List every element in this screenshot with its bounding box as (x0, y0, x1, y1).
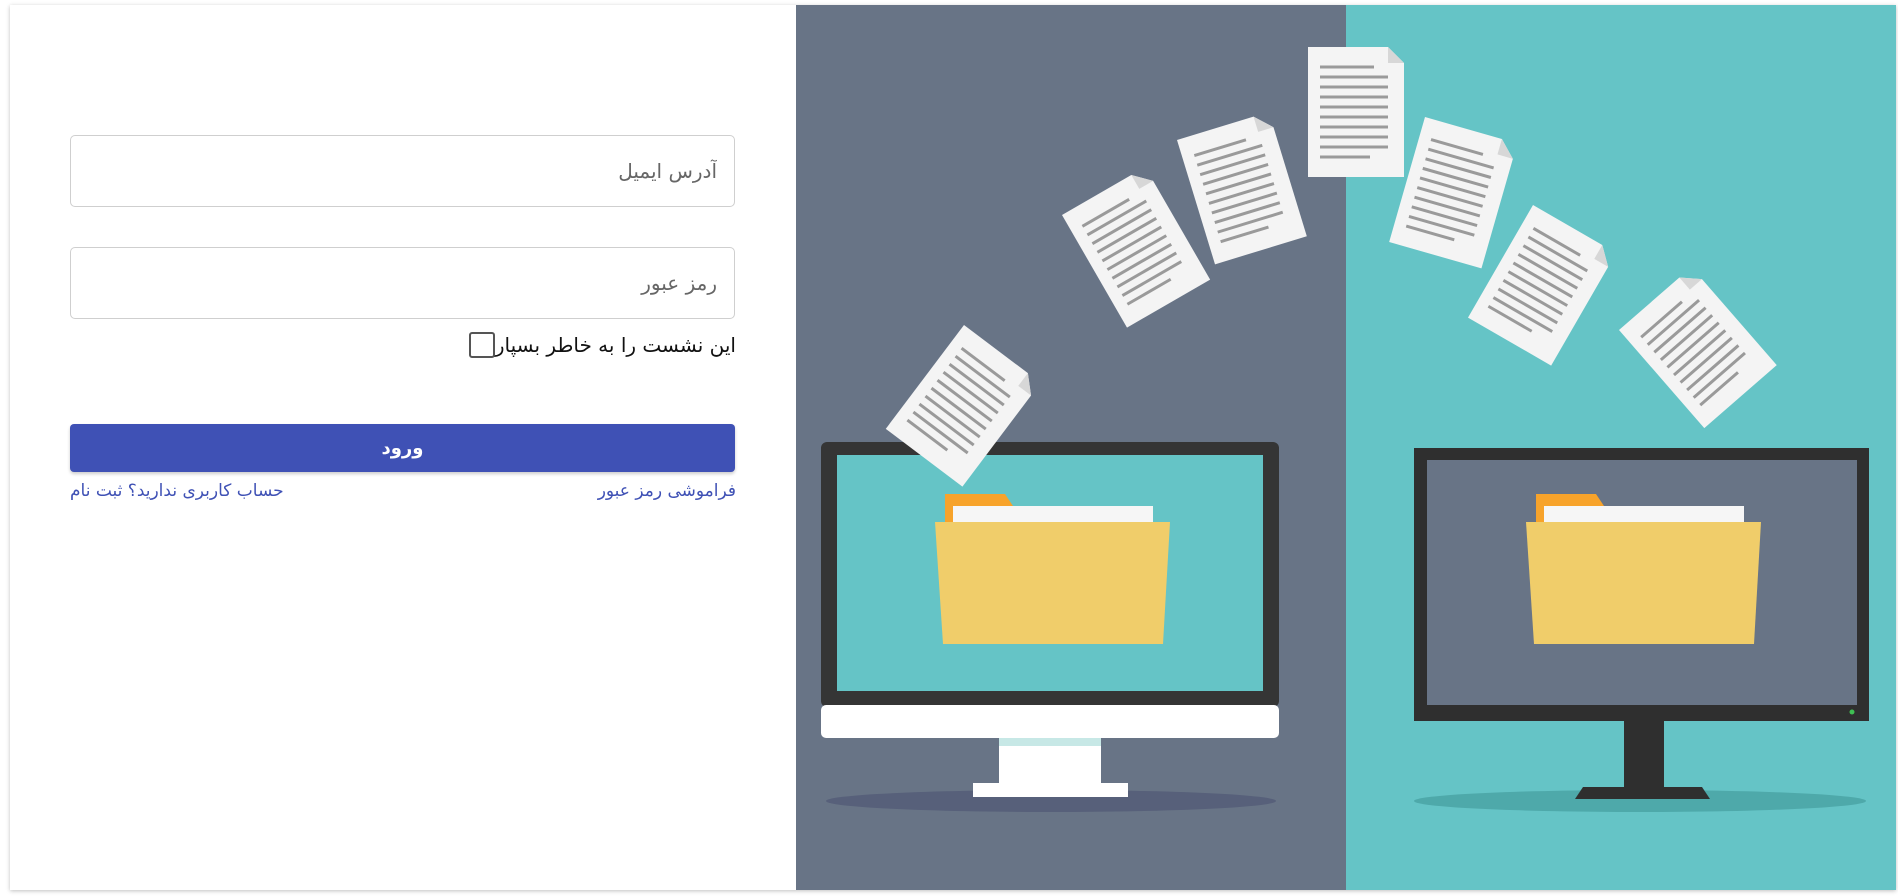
remember-session-checkbox[interactable] (468, 332, 495, 358)
transfer-illustration (796, 5, 1896, 890)
password-input[interactable] (70, 247, 735, 319)
email-input[interactable] (70, 135, 735, 207)
right-folder-icon (1526, 494, 1761, 644)
register-link[interactable]: حساب کاربری ندارید؟ ثبت نام (70, 481, 284, 501)
remember-session-row: این نشست را به خاطر بسپار (456, 332, 736, 358)
login-button[interactable]: ورود (70, 424, 735, 472)
left-folder-icon (935, 494, 1170, 644)
forgot-password-link[interactable]: فراموشی رمز عبور (598, 481, 736, 501)
login-form-panel: این نشست را به خاطر بسپار ورود فراموشی ر… (10, 5, 796, 890)
remember-session-label[interactable]: این نشست را به خاطر بسپار (495, 333, 736, 357)
login-card: این نشست را به خاطر بسپار ورود فراموشی ر… (10, 5, 1896, 890)
